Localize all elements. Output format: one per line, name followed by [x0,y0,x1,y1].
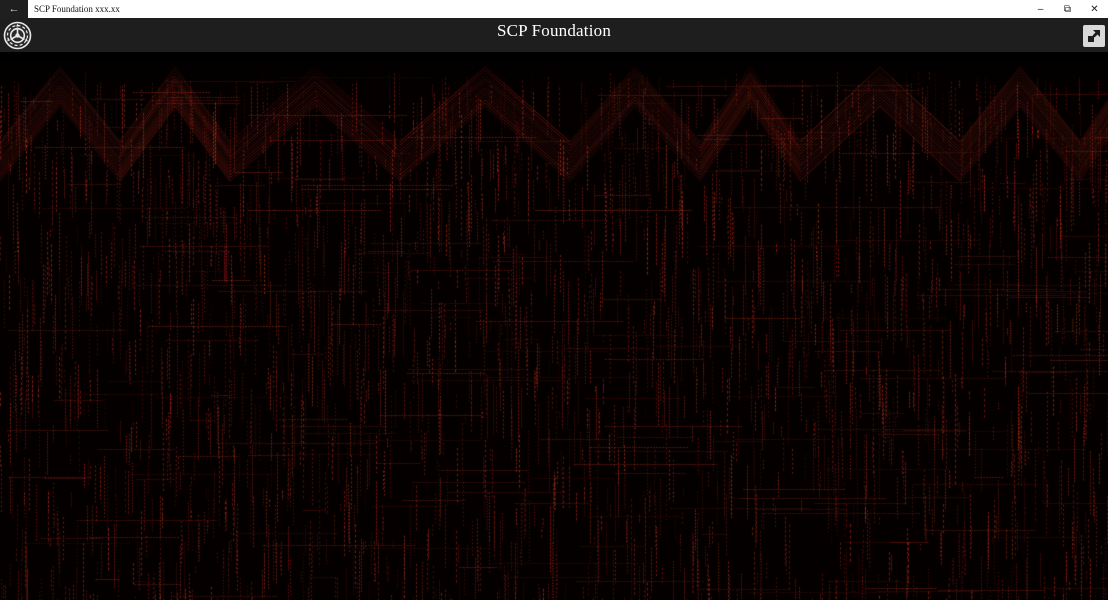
window-controls: – ⧉ ✕ [1027,0,1108,18]
close-button[interactable]: ✕ [1081,0,1108,18]
glitch-background [0,52,1108,600]
restore-button[interactable]: ⧉ [1054,0,1081,18]
window-titlebar: ← SCP Foundation xxx.xx – ⧉ ✕ [0,0,1108,18]
compact-overlay-icon [1088,30,1100,42]
window-title: SCP Foundation xxx.xx [34,4,120,14]
minimize-button[interactable]: – [1027,0,1054,18]
back-arrow-icon: ← [8,3,20,15]
minimize-icon: – [1037,3,1044,15]
content-area [0,52,1108,600]
restore-icon: ⧉ [1063,3,1072,15]
app-header: SCP Foundation [0,18,1108,52]
close-icon: ✕ [1090,3,1099,15]
back-button[interactable]: ← [0,0,28,18]
compact-overlay-button[interactable] [1083,25,1105,47]
page-title: SCP Foundation [496,21,612,40]
